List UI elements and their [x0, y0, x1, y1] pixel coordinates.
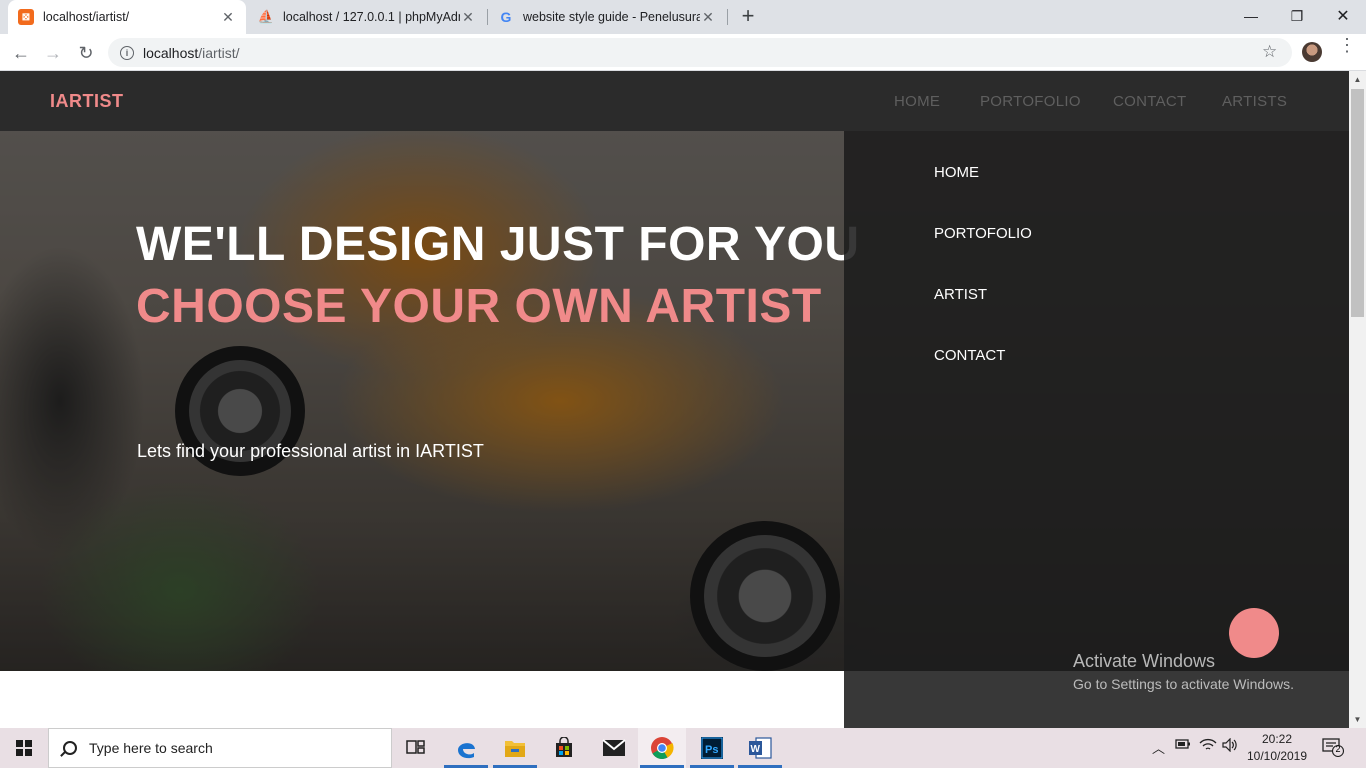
notification-count-badge: 2 [1335, 744, 1341, 754]
battery-icon[interactable] [1175, 738, 1191, 753]
new-tab-button[interactable]: + [736, 5, 760, 29]
search-icon [63, 741, 77, 755]
svg-text:W: W [751, 744, 761, 755]
address-bar[interactable]: i localhost/iartist/ [108, 38, 1292, 67]
volume-icon[interactable] [1221, 737, 1239, 755]
close-window-button[interactable]: ✕ [1320, 0, 1366, 32]
word-icon[interactable]: W [736, 728, 784, 768]
scroll-up-arrow-icon[interactable]: ▲ [1349, 71, 1366, 88]
wifi-icon[interactable] [1199, 738, 1217, 755]
google-icon: G [500, 9, 512, 25]
windows-taskbar: Type here to search Ps W ︿ 20:22 10/10/2… [0, 728, 1366, 768]
clock-date: 10/10/2019 [1246, 749, 1308, 763]
task-view-icon[interactable] [392, 728, 440, 768]
tab-title: localhost/iartist/ [43, 10, 130, 24]
taskbar-search-box[interactable]: Type here to search [48, 728, 392, 768]
action-center-icon[interactable]: 2 [1322, 737, 1345, 758]
file-explorer-icon[interactable] [491, 728, 539, 768]
back-button[interactable]: ← [8, 40, 34, 66]
xampp-icon: ⊠ [18, 9, 34, 25]
browser-tab-strip: ⊠ localhost/iartist/ ✕ ⛵ localhost / 127… [0, 0, 1366, 34]
nav-link-portofolio[interactable]: PORTOFOLIO [980, 93, 1081, 110]
watermark-title: Activate Windows [1073, 651, 1216, 671]
tab-title: localhost / 127.0.0.1 | phpMyAdm [283, 10, 460, 24]
photoshop-icon[interactable]: Ps [688, 728, 736, 768]
side-menu-artist[interactable]: ARTIST [934, 286, 987, 303]
clock-time: 20:22 [1261, 732, 1293, 746]
nav-link-home[interactable]: HOME [894, 93, 940, 110]
site-logo[interactable]: IARTIST [50, 91, 124, 112]
activate-windows-watermark: Activate Windows Go to Settings to activ… [1073, 651, 1294, 692]
browser-menu-icon[interactable]: ⋮ [1338, 36, 1356, 54]
hero-tagline: Lets find your professional artist in IA… [137, 441, 484, 461]
nav-link-artists[interactable]: ARTISTS [1222, 93, 1287, 110]
close-tab-icon[interactable]: ✕ [460, 9, 476, 26]
restore-button[interactable]: ❐ [1274, 0, 1320, 32]
close-tab-icon[interactable]: ✕ [220, 9, 236, 26]
page-viewport: WE'LL DESIGN JUST FOR YOU CHOOSE YOUR OW… [0, 71, 1349, 728]
start-button[interactable] [0, 728, 48, 768]
close-tab-icon[interactable]: ✕ [700, 9, 716, 26]
store-icon[interactable] [540, 728, 588, 768]
side-menu-contact[interactable]: CONTACT [934, 347, 1005, 364]
chrome-icon[interactable] [638, 728, 686, 768]
minimize-button[interactable]: — [1228, 0, 1274, 32]
site-info-icon[interactable]: i [120, 45, 134, 60]
reload-button[interactable]: ↻ [73, 40, 99, 66]
watermark-subtitle: Go to Settings to activate Windows. [1073, 676, 1294, 692]
browser-toolbar: ← → ↻ i localhost/iartist/ ☆ ⋮ [0, 34, 1366, 71]
svg-text:Ps: Ps [705, 744, 718, 756]
scroll-thumb[interactable] [1351, 89, 1364, 317]
phpmyadmin-icon: ⛵ [257, 9, 275, 24]
scroll-down-arrow-icon[interactable]: ▼ [1349, 711, 1366, 728]
forward-button[interactable]: → [40, 40, 66, 66]
mail-icon[interactable] [590, 728, 638, 768]
side-menu-home[interactable]: HOME [934, 164, 979, 181]
tab-separator [727, 9, 728, 25]
windows-logo-icon [16, 740, 32, 756]
bookmark-star-icon[interactable]: ☆ [1262, 42, 1277, 62]
browser-tab-google[interactable]: G website style guide - Penelusuran ✕ [488, 0, 726, 34]
nav-link-contact[interactable]: CONTACT [1113, 93, 1186, 110]
hero-subheadline: CHOOSE YOUR OWN ARTIST [136, 280, 822, 333]
site-navbar: IARTIST HOME PORTOFOLIO CONTACT ARTISTS [0, 71, 1349, 131]
browser-tab-phpmyadmin[interactable]: ⛵ localhost / 127.0.0.1 | phpMyAdm ✕ [248, 0, 486, 34]
system-clock[interactable]: 20:22 10/10/2019 [1244, 731, 1310, 765]
hero-headline: WE'LL DESIGN JUST FOR YOU [136, 218, 860, 271]
search-placeholder: Type here to search [89, 740, 213, 756]
address-path: /iartist/ [198, 44, 240, 61]
page-scrollbar[interactable]: ▲ ▼ [1349, 71, 1366, 728]
tab-title: website style guide - Penelusuran [523, 10, 700, 24]
side-menu-portofolio[interactable]: PORTOFOLIO [934, 225, 1032, 242]
address-host: localhost [143, 44, 199, 61]
profile-avatar[interactable] [1302, 42, 1322, 62]
edge-icon[interactable] [442, 728, 490, 768]
browser-tab-iartist[interactable]: ⊠ localhost/iartist/ ✕ [8, 0, 246, 34]
show-hidden-icons-chevron-icon[interactable]: ︿ [1152, 738, 1165, 757]
